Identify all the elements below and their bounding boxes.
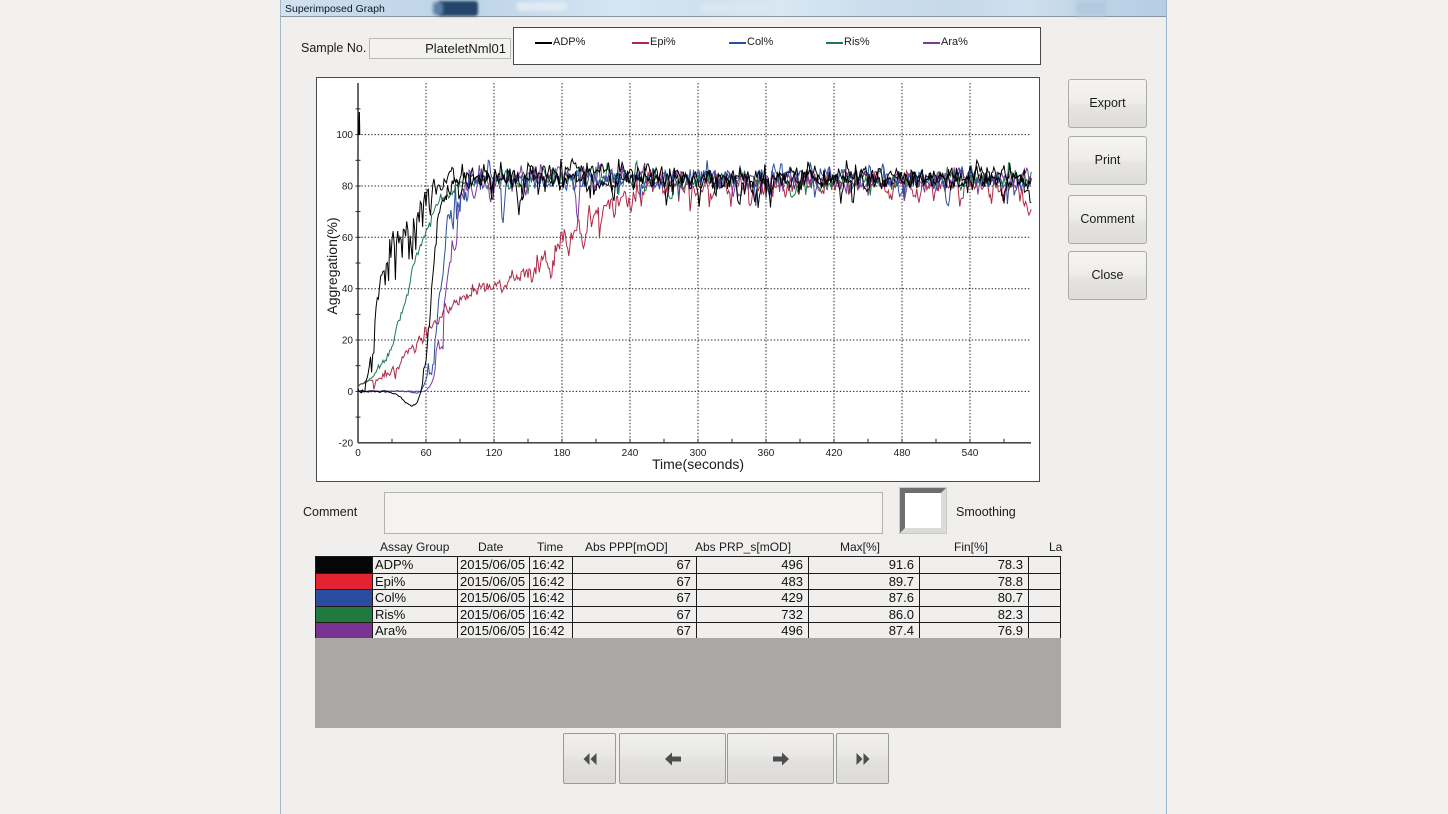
svg-text:240: 240 [622,448,639,459]
svg-text:-20: -20 [339,438,354,449]
svg-text:480: 480 [894,448,911,459]
svg-text:Time(seconds): Time(seconds) [652,456,744,472]
svg-text:0: 0 [347,387,353,398]
svg-text:20: 20 [342,336,354,347]
svg-text:420: 420 [826,448,843,459]
svg-text:540: 540 [962,448,979,459]
svg-text:60: 60 [342,233,354,244]
svg-text:80: 80 [342,182,354,193]
svg-text:100: 100 [336,130,353,141]
svg-text:360: 360 [758,448,775,459]
svg-text:180: 180 [554,448,571,459]
svg-text:0: 0 [355,448,361,459]
svg-text:60: 60 [420,448,432,459]
svg-text:120: 120 [486,448,503,459]
svg-text:40: 40 [342,284,354,295]
